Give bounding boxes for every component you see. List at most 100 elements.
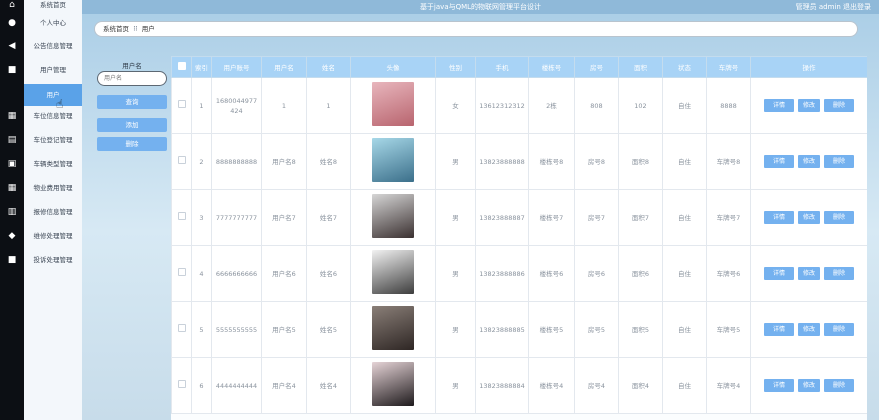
top-header: 基于java与QML的物联网管理平台设计 管理员 admin 退出登录 bbox=[82, 0, 879, 14]
avatar-cell bbox=[350, 77, 436, 134]
cell-account: 6666666666 bbox=[211, 245, 262, 302]
delete-button[interactable]: 删除 bbox=[824, 211, 854, 224]
column-header: 手机 bbox=[475, 56, 529, 78]
delete-button[interactable]: 删除 bbox=[824, 155, 854, 168]
edit-button[interactable]: 修改 bbox=[798, 379, 820, 392]
cell-username: 用户名4 bbox=[261, 357, 307, 414]
add-button[interactable]: 添加 bbox=[97, 118, 167, 132]
cell-status: 自住 bbox=[662, 189, 707, 246]
sidebar-item[interactable]: 车位信息管理 bbox=[24, 105, 82, 127]
detail-button[interactable]: 详情 bbox=[764, 323, 794, 336]
sidebar-item[interactable]: 车辆类型管理 bbox=[24, 153, 82, 175]
cell-area: 面积4 bbox=[618, 357, 663, 414]
cell-plate: 车牌号5 bbox=[706, 301, 751, 358]
edit-button[interactable]: 修改 bbox=[798, 99, 820, 112]
cell-area: 面积8 bbox=[618, 133, 663, 190]
row-checkbox[interactable] bbox=[177, 212, 186, 220]
apps-icon: ▦ bbox=[7, 183, 17, 193]
cell-status: 自住 bbox=[662, 301, 707, 358]
row-checkbox[interactable] bbox=[177, 268, 186, 276]
sidebar-item[interactable]: 投诉处理管理 bbox=[24, 249, 82, 271]
row-select-cell[interactable] bbox=[171, 301, 192, 358]
sidebar-item[interactable]: 车位登记管理 bbox=[24, 129, 82, 151]
cell-phone: 13823888887 bbox=[475, 189, 529, 246]
row-checkbox[interactable] bbox=[177, 156, 186, 164]
row-select-cell[interactable] bbox=[171, 133, 192, 190]
cell-phone: 13823888888 bbox=[475, 133, 529, 190]
cell-plate: 8888 bbox=[706, 77, 751, 134]
sidebar-item[interactable]: 用户 bbox=[24, 84, 82, 106]
cell-index: 1 bbox=[191, 77, 212, 134]
detail-button[interactable]: 详情 bbox=[764, 379, 794, 392]
sidebar-item[interactable]: 公告信息管理 bbox=[24, 35, 82, 57]
search-input[interactable] bbox=[97, 71, 167, 86]
delete-button[interactable]: 删除 bbox=[824, 99, 854, 112]
user-logout-link[interactable]: 管理员 admin 退出登录 bbox=[796, 0, 871, 14]
list-icon: ▥ bbox=[7, 207, 17, 217]
avatar-cell bbox=[350, 245, 436, 302]
delete-button[interactable]: 删除 bbox=[824, 379, 854, 392]
cell-gender: 男 bbox=[435, 301, 476, 358]
cell-name: 姓名8 bbox=[306, 133, 351, 190]
avatar bbox=[372, 306, 414, 350]
cell-username: 用户名7 bbox=[261, 189, 307, 246]
edit-button[interactable]: 修改 bbox=[798, 267, 820, 280]
query-button[interactable]: 查询 bbox=[97, 95, 167, 109]
edit-button[interactable]: 修改 bbox=[798, 211, 820, 224]
cell-building: 楼栋号4 bbox=[528, 357, 575, 414]
cell-room: 房号5 bbox=[574, 301, 619, 358]
delete-button[interactable]: 删除 bbox=[824, 267, 854, 280]
avatar bbox=[372, 194, 414, 238]
row-select-cell[interactable] bbox=[171, 189, 192, 246]
cell-account: 7777777777 bbox=[211, 189, 262, 246]
actions-cell: 详情 修改 删除 bbox=[750, 133, 867, 190]
sidebar-item[interactable]: 报修信息管理 bbox=[24, 201, 82, 223]
sidebar-item[interactable]: 维修处理管理 bbox=[24, 225, 82, 247]
row-checkbox[interactable] bbox=[177, 380, 186, 388]
breadcrumb-current: 用户 bbox=[141, 25, 155, 33]
cell-building: 楼栋号5 bbox=[528, 301, 575, 358]
detail-button[interactable]: 详情 bbox=[764, 155, 794, 168]
sidebar-item[interactable]: 物业费用管理 bbox=[24, 177, 82, 199]
edit-button[interactable]: 修改 bbox=[798, 155, 820, 168]
column-header: 状态 bbox=[662, 56, 707, 78]
actions-cell: 详情 修改 删除 bbox=[750, 245, 867, 302]
sidebar-item[interactable]: 个人中心 bbox=[24, 12, 82, 34]
cell-plate: 车牌号7 bbox=[706, 189, 751, 246]
select-all-cell[interactable] bbox=[171, 56, 192, 78]
breadcrumb: 系统首页 ⠿ 用户 bbox=[94, 21, 858, 37]
column-header: 用户名 bbox=[261, 56, 307, 78]
detail-button[interactable]: 详情 bbox=[764, 99, 794, 112]
cell-index: 6 bbox=[191, 357, 212, 414]
row-checkbox[interactable] bbox=[177, 100, 186, 108]
cell-area: 102 bbox=[618, 77, 663, 134]
cell-area: 面积6 bbox=[618, 245, 663, 302]
avatar bbox=[372, 362, 414, 406]
cell-room: 房号4 bbox=[574, 357, 619, 414]
row-select-cell[interactable] bbox=[171, 357, 192, 414]
cell-account: 4444444444 bbox=[211, 357, 262, 414]
sidebar-item[interactable]: 用户管理 bbox=[24, 59, 82, 81]
column-header: 房号 bbox=[574, 56, 619, 78]
detail-button[interactable]: 详情 bbox=[764, 211, 794, 224]
detail-button[interactable]: 详情 bbox=[764, 267, 794, 280]
person-icon: ● bbox=[8, 18, 16, 28]
row-select-cell[interactable] bbox=[171, 77, 192, 134]
column-header: 楼栋号 bbox=[528, 56, 575, 78]
cell-account: 1680044977424 bbox=[211, 77, 262, 134]
cell-room: 808 bbox=[574, 77, 619, 134]
delete-button[interactable]: 删除 bbox=[824, 323, 854, 336]
user-table-container: 索引 用户账号 用户名 姓名 头像 性别 手机 楼栋号 房号 面积 状态 车牌号 操作 1 1680044… bbox=[171, 56, 867, 420]
actions-cell: 详情 修改 删除 bbox=[750, 189, 867, 246]
breadcrumb-home[interactable]: 系统首页 bbox=[103, 25, 129, 33]
row-checkbox[interactable] bbox=[177, 324, 186, 332]
cell-plate: 车牌号4 bbox=[706, 357, 751, 414]
row-select-cell[interactable] bbox=[171, 245, 192, 302]
cell-name: 姓名7 bbox=[306, 189, 351, 246]
app-title: 基于java与QML的物联网管理平台设计 bbox=[419, 3, 542, 11]
cell-username: 用户名6 bbox=[261, 245, 307, 302]
select-all-checkbox[interactable] bbox=[177, 62, 186, 70]
table-header-row: 索引 用户账号 用户名 姓名 头像 性别 手机 楼栋号 房号 面积 状态 车牌号 操作 bbox=[171, 56, 867, 78]
edit-button[interactable]: 修改 bbox=[798, 323, 820, 336]
delete-selected-button[interactable]: 删除 bbox=[97, 137, 167, 151]
